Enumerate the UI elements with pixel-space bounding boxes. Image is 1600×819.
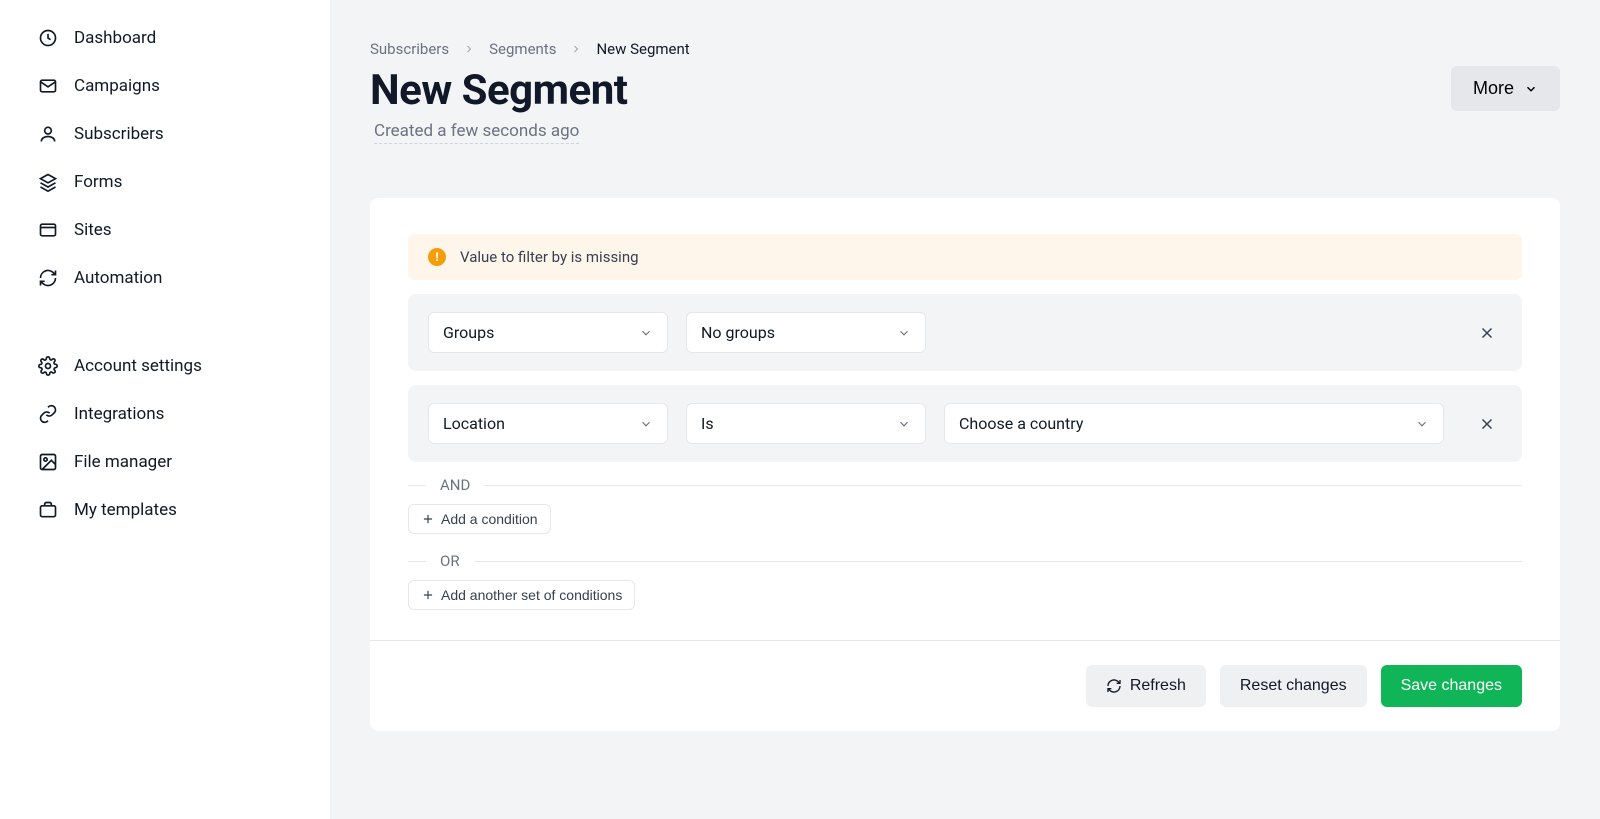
nav-label: Sites: [74, 220, 112, 240]
user-icon: [38, 124, 58, 144]
chevron-down-icon: [897, 417, 911, 431]
nav-label: Dashboard: [74, 28, 156, 48]
refresh-icon: [1106, 678, 1122, 694]
operator-select[interactable]: Is: [686, 403, 926, 444]
mail-icon: [38, 76, 58, 96]
nav-subscribers[interactable]: Subscribers: [20, 110, 310, 158]
nav-file-manager[interactable]: File manager: [20, 438, 310, 486]
warning-alert: ! Value to filter by is missing: [408, 234, 1522, 280]
save-label: Save changes: [1401, 677, 1502, 695]
chevron-right-icon: [570, 43, 582, 55]
breadcrumb-segments[interactable]: Segments: [489, 40, 556, 58]
clock-icon: [38, 28, 58, 48]
more-button[interactable]: More: [1451, 66, 1560, 111]
nav-label: Integrations: [74, 404, 164, 424]
field-select[interactable]: Groups: [428, 312, 668, 353]
plus-icon: [421, 588, 435, 602]
chevron-down-icon: [1415, 417, 1429, 431]
nav-label: File manager: [74, 452, 172, 472]
main: Subscribers Segments New Segment New Seg…: [330, 0, 1600, 819]
nav-sites[interactable]: Sites: [20, 206, 310, 254]
chevron-down-icon: [897, 326, 911, 340]
nav-label: Campaigns: [74, 76, 160, 96]
breadcrumb-current: New Segment: [596, 40, 689, 58]
or-label: OR: [440, 552, 460, 570]
or-divider: OR: [408, 552, 1522, 570]
condition-row: Location Is Choose a country: [408, 385, 1522, 462]
sidebar: Dashboard Campaigns Subscribers Forms Si…: [0, 0, 330, 819]
layers-icon: [38, 172, 58, 192]
and-label: AND: [440, 476, 470, 494]
alert-text: Value to filter by is missing: [460, 248, 639, 266]
refresh-button[interactable]: Refresh: [1086, 665, 1206, 707]
nav-account-settings[interactable]: Account settings: [20, 342, 310, 390]
reset-label: Reset changes: [1240, 677, 1347, 695]
chevron-right-icon: [463, 43, 475, 55]
rotate-icon: [38, 268, 58, 288]
nav-integrations[interactable]: Integrations: [20, 390, 310, 438]
nav-campaigns[interactable]: Campaigns: [20, 62, 310, 110]
image-icon: [38, 452, 58, 472]
nav-label: Automation: [74, 268, 162, 288]
page-title: New Segment: [370, 66, 627, 115]
gear-icon: [38, 356, 58, 376]
close-icon: [1478, 415, 1496, 433]
operator-select[interactable]: No groups: [686, 312, 926, 353]
remove-condition-button[interactable]: [1472, 409, 1502, 439]
value-select[interactable]: Choose a country: [944, 403, 1444, 444]
nav-secondary: Account settings Integrations File manag…: [20, 342, 310, 534]
nav-dashboard[interactable]: Dashboard: [20, 14, 310, 62]
nav-forms[interactable]: Forms: [20, 158, 310, 206]
add-condition-label: Add a condition: [441, 511, 538, 527]
save-button[interactable]: Save changes: [1381, 665, 1522, 707]
select-value: Groups: [443, 323, 494, 342]
select-value: Location: [443, 414, 505, 433]
created-timestamp: Created a few seconds ago: [374, 121, 579, 144]
select-value: Choose a country: [959, 414, 1083, 433]
refresh-label: Refresh: [1130, 677, 1186, 695]
field-select[interactable]: Location: [428, 403, 668, 444]
segment-card: ! Value to filter by is missing Groups N…: [370, 198, 1560, 731]
nav-my-templates[interactable]: My templates: [20, 486, 310, 534]
nav-label: My templates: [74, 500, 177, 520]
nav-label: Subscribers: [74, 124, 164, 144]
remove-condition-button[interactable]: [1472, 318, 1502, 348]
close-icon: [1478, 324, 1496, 342]
select-value: No groups: [701, 323, 775, 342]
nav-automation[interactable]: Automation: [20, 254, 310, 302]
nav-label: Forms: [74, 172, 122, 192]
nav-label: Account settings: [74, 356, 202, 376]
add-condition-button[interactable]: Add a condition: [408, 504, 551, 534]
card-footer: Refresh Reset changes Save changes: [370, 640, 1560, 731]
link-icon: [38, 404, 58, 424]
add-condition-set-button[interactable]: Add another set of conditions: [408, 580, 635, 610]
chevron-down-icon: [639, 326, 653, 340]
select-value: Is: [701, 414, 714, 433]
breadcrumb-subscribers[interactable]: Subscribers: [370, 40, 449, 58]
page-header: New Segment Created a few seconds ago Mo…: [370, 66, 1560, 144]
breadcrumb: Subscribers Segments New Segment: [370, 40, 1560, 58]
warning-icon: !: [428, 248, 446, 266]
nav-primary: Dashboard Campaigns Subscribers Forms Si…: [20, 14, 310, 302]
window-icon: [38, 220, 58, 240]
chevron-down-icon: [639, 417, 653, 431]
plus-icon: [421, 512, 435, 526]
more-label: More: [1473, 78, 1514, 99]
add-set-label: Add another set of conditions: [441, 587, 622, 603]
condition-row: Groups No groups: [408, 294, 1522, 371]
reset-button[interactable]: Reset changes: [1220, 665, 1367, 707]
chevron-down-icon: [1524, 82, 1538, 96]
briefcase-icon: [38, 500, 58, 520]
and-divider: AND: [408, 476, 1522, 494]
